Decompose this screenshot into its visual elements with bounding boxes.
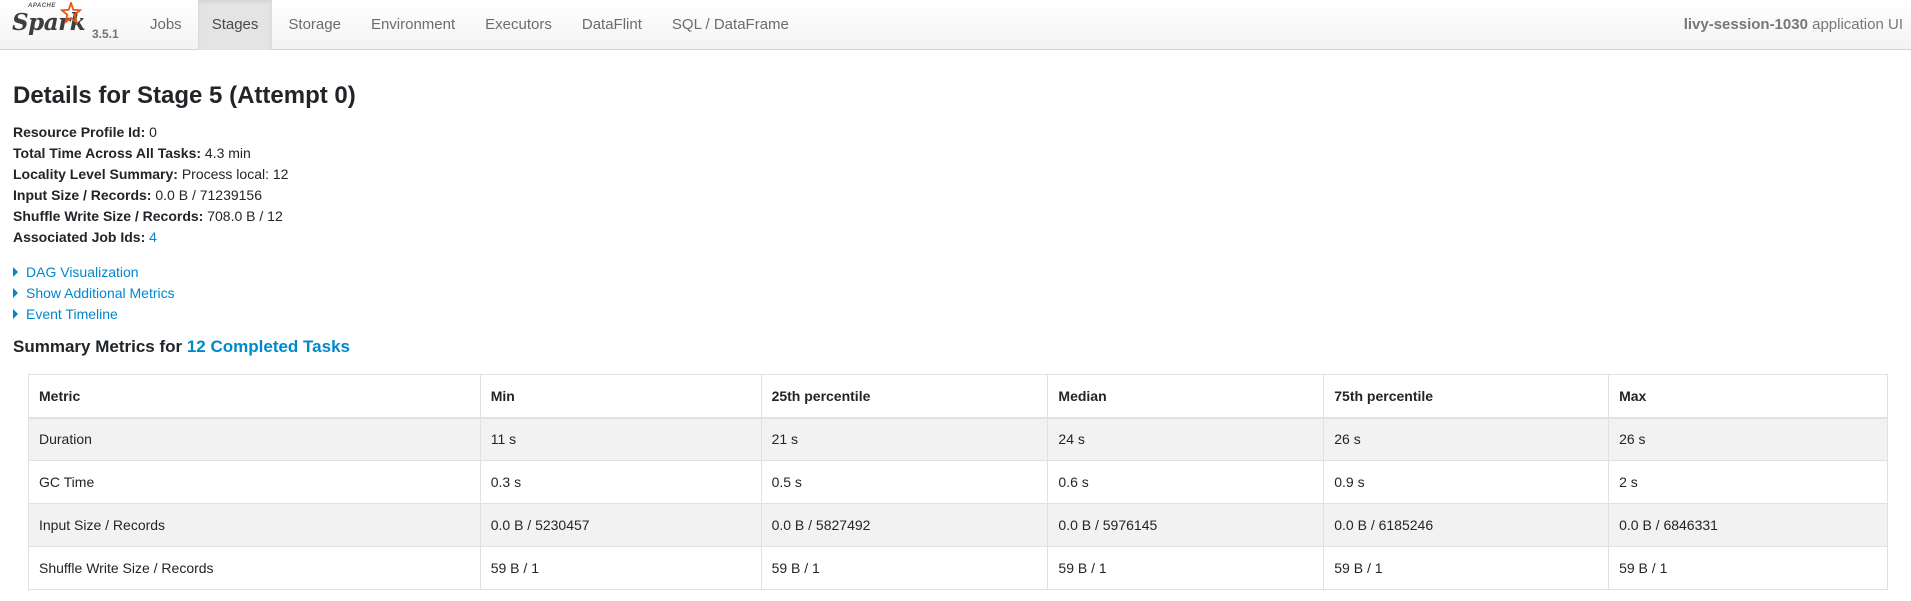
column-header[interactable]: Max — [1608, 374, 1888, 419]
table-cell: 59 B / 1 — [760, 546, 1049, 590]
summary-item: Associated Job Ids: 4 — [13, 227, 288, 248]
table-cell: 0.3 s — [479, 460, 762, 504]
summary-label: Locality Level Summary: — [13, 166, 178, 182]
table-cell: 11 s — [479, 417, 762, 461]
summary-value: Process local: 12 — [177, 166, 289, 182]
top-navbar: APACHE Spark 3.5.1 Jobs Stages Storage E… — [0, 0, 1911, 50]
table-cell: 0.5 s — [760, 460, 1049, 504]
column-header[interactable]: Metric — [28, 374, 481, 419]
tab-stages[interactable]: Stages — [197, 0, 273, 50]
summary-item: Total Time Across All Tasks: 4.3 min — [13, 143, 288, 164]
summary-label: Input Size / Records: — [13, 187, 152, 203]
additional-metrics-toggle[interactable]: Show Additional Metrics — [13, 283, 175, 304]
summary-label: Shuffle Write Size / Records: — [13, 208, 204, 224]
table-row: Input Size / Records 0.0 B / 5230457 0.0… — [28, 503, 1888, 547]
triangle-right-icon — [13, 267, 18, 277]
summary-metrics-heading: Summary Metrics for 12 Completed Tasks — [13, 337, 350, 357]
summary-label: Associated Job Ids: — [13, 229, 146, 245]
table-cell: 0.0 B / 6846331 — [1608, 503, 1888, 547]
summary-label: Resource Profile Id: — [13, 124, 146, 140]
triangle-right-icon — [13, 288, 18, 298]
triangle-right-icon — [13, 309, 18, 319]
tab-environment[interactable]: Environment — [357, 0, 469, 50]
table-cell: 0.0 B / 5827492 — [760, 503, 1049, 547]
table-cell: 59 B / 1 — [1047, 546, 1325, 590]
expander-label: DAG Visualization — [26, 264, 139, 280]
expander-label: Show Additional Metrics — [26, 285, 175, 301]
summary-item: Input Size / Records: 0.0 B / 71239156 — [13, 185, 288, 206]
app-name: livy-session-1030 — [1683, 16, 1808, 33]
summary-item: Locality Level Summary: Process local: 1… — [13, 164, 288, 185]
table-cell: 0.9 s — [1323, 460, 1610, 504]
table-cell: 2 s — [1608, 460, 1888, 504]
summary-value: 0.0 B / 71239156 — [151, 187, 263, 203]
table-cell: 26 s — [1323, 417, 1610, 461]
table-cell: Duration — [28, 417, 481, 461]
dag-visualization-toggle[interactable]: DAG Visualization — [13, 262, 175, 283]
table-cell: 0.0 B / 5230457 — [479, 503, 762, 547]
summary-value: 0 — [145, 124, 157, 140]
tab-executors[interactable]: Executors — [471, 0, 566, 50]
section-title: Summary Metrics for — [13, 337, 187, 356]
table-row: Duration 11 s 21 s 24 s 26 s 26 s — [28, 417, 1888, 461]
summary-label: Total Time Across All Tasks: — [13, 145, 202, 161]
tab-sql-dataframe[interactable]: SQL / DataFrame — [658, 0, 803, 50]
table-cell: 59 B / 1 — [1608, 546, 1888, 590]
summary-value: 708.0 B / 12 — [203, 208, 283, 224]
spark-version: 3.5.1 — [92, 27, 119, 41]
table-row: GC Time 0.3 s 0.5 s 0.6 s 0.9 s 2 s — [28, 460, 1888, 504]
stage-summary-list: Resource Profile Id: 0 Total Time Across… — [13, 122, 288, 248]
table-row: Shuffle Write Size / Records 59 B / 1 59… — [28, 546, 1888, 590]
spark-star-icon — [60, 2, 82, 24]
app-title: livy-session-1030 application UI — [1684, 0, 1903, 50]
table-cell: 0.0 B / 5976145 — [1047, 503, 1325, 547]
tab-dataflint[interactable]: DataFlint — [568, 0, 656, 50]
tab-jobs[interactable]: Jobs — [136, 0, 196, 50]
table-cell: Input Size / Records — [28, 503, 481, 547]
spark-logo[interactable]: APACHE Spark 3.5.1 — [12, 2, 124, 47]
table-header-row: Metric Min 25th percentile Median 75th p… — [28, 374, 1888, 419]
job-id-link[interactable]: 4 — [149, 229, 157, 245]
column-header[interactable]: 25th percentile — [760, 374, 1049, 419]
app-suffix: application UI — [1807, 16, 1903, 33]
completed-tasks-link[interactable]: 12 Completed Tasks — [187, 337, 350, 356]
table-cell: 0.6 s — [1047, 460, 1325, 504]
table-cell: Shuffle Write Size / Records — [28, 546, 481, 590]
expander-label: Event Timeline — [26, 306, 118, 322]
table-cell: 59 B / 1 — [1323, 546, 1610, 590]
summary-metrics-table: Metric Min 25th percentile Median 75th p… — [28, 374, 1888, 590]
nav-tabs: Jobs Stages Storage Environment Executor… — [136, 0, 805, 50]
table-cell: GC Time — [28, 460, 481, 504]
summary-item: Shuffle Write Size / Records: 708.0 B / … — [13, 206, 288, 227]
table-cell: 59 B / 1 — [479, 546, 762, 590]
column-header[interactable]: Min — [479, 374, 762, 419]
column-header[interactable]: 75th percentile — [1323, 374, 1610, 419]
event-timeline-toggle[interactable]: Event Timeline — [13, 304, 175, 325]
page-title: Details for Stage 5 (Attempt 0) — [13, 82, 356, 109]
column-header[interactable]: Median — [1047, 374, 1325, 419]
summary-item: Resource Profile Id: 0 — [13, 122, 288, 143]
table-cell: 21 s — [760, 417, 1049, 461]
table-cell: 26 s — [1608, 417, 1888, 461]
summary-value: 4.3 min — [201, 145, 251, 161]
table-cell: 0.0 B / 6185246 — [1323, 503, 1610, 547]
expanders: DAG Visualization Show Additional Metric… — [13, 262, 175, 325]
table-cell: 24 s — [1047, 417, 1325, 461]
tab-storage[interactable]: Storage — [274, 0, 355, 50]
